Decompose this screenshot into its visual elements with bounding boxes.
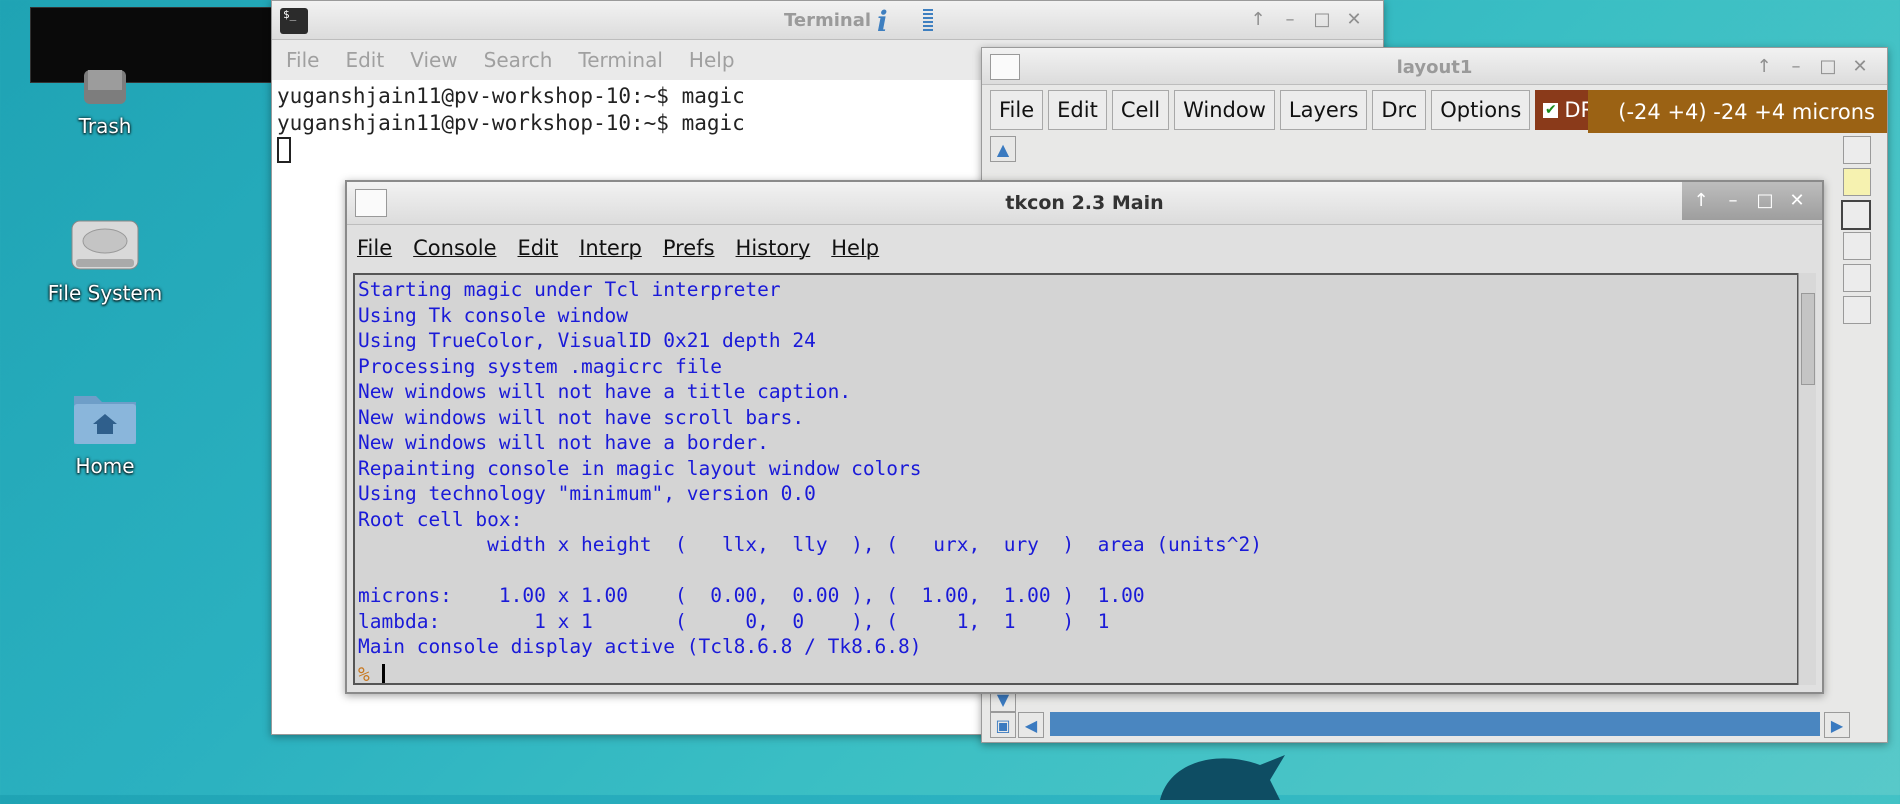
layer-button[interactable] (1843, 232, 1871, 260)
desktop-icon-trash[interactable]: Trash (35, 70, 175, 138)
minimize-icon[interactable]: – (1281, 9, 1299, 30)
layout1-titlebar[interactable]: layout1 ↑ – □ ✕ (982, 48, 1887, 85)
close-icon[interactable]: ✕ (1851, 56, 1869, 77)
tkcon-window[interactable]: tkcon 2.3 Main ↑ – □ ✕ File Console Edit… (345, 180, 1824, 694)
coordinate-text: (-24 +4) -24 +4 microns (1618, 99, 1875, 124)
menu-edit[interactable]: Edit (345, 48, 384, 72)
desktop-icon-label: Trash (78, 114, 132, 138)
menu-view[interactable]: View (410, 48, 457, 72)
menu-interp[interactable]: Interp (579, 236, 642, 260)
console-vertical-scrollbar[interactable] (1798, 273, 1816, 685)
layer-button[interactable] (1843, 264, 1871, 292)
shade-icon[interactable]: ↑ (1692, 190, 1710, 211)
minimize-icon[interactable]: – (1724, 190, 1742, 211)
close-icon[interactable]: ✕ (1345, 9, 1363, 30)
layout1-title: layout1 (1396, 57, 1473, 78)
layer-button[interactable] (1843, 296, 1871, 324)
scrollbar-thumb[interactable] (1801, 293, 1815, 385)
scroll-right-arrow-icon[interactable]: ▶ (1824, 712, 1850, 738)
menu-file[interactable]: File (357, 236, 392, 260)
drive-icon (70, 215, 140, 273)
desktop-icon-label: File System (47, 281, 163, 305)
menu-search[interactable]: Search (484, 48, 553, 72)
desktop-icon-file-system[interactable]: File System (35, 215, 175, 305)
menu-window[interactable]: Window (1174, 90, 1275, 130)
console-cursor (381, 664, 385, 683)
menu-drc[interactable]: Drc (1372, 90, 1427, 130)
battery-icon (923, 9, 933, 33)
desktop-icon-home[interactable]: Home (35, 388, 175, 478)
layer-button[interactable] (1843, 136, 1871, 164)
menu-edit[interactable]: Edit (518, 236, 559, 260)
horizontal-scrollbar[interactable] (1050, 712, 1820, 736)
menu-help[interactable]: Help (689, 48, 735, 72)
close-icon[interactable]: ✕ (1788, 190, 1806, 211)
trash-icon (78, 70, 132, 106)
layer-button[interactable] (1843, 168, 1871, 196)
layer-button[interactable] (1841, 200, 1871, 230)
info-icon[interactable]: i (877, 5, 888, 38)
menu-console[interactable]: Console (413, 236, 496, 260)
menu-layers[interactable]: Layers (1279, 90, 1368, 130)
home-folder-icon (72, 388, 138, 446)
menu-history[interactable]: History (736, 236, 811, 260)
console-output-area[interactable]: Starting magic under Tcl interpreter Usi… (353, 273, 1799, 685)
minimize-icon[interactable]: – (1787, 56, 1805, 77)
maximize-icon[interactable]: □ (1819, 56, 1837, 77)
menu-options[interactable]: Options (1431, 90, 1531, 130)
console-prompt: % (358, 662, 370, 685)
console-text: Starting magic under Tcl interpreter Usi… (358, 278, 1262, 658)
terminal-cursor (277, 137, 291, 163)
xfce-mouse-logo (1150, 740, 1290, 800)
terminal-titlebar[interactable]: $_ Terminal i ↑ – □ ✕ (272, 1, 1383, 40)
tkcon-titlebar[interactable]: tkcon 2.3 Main ↑ – □ ✕ (347, 182, 1822, 225)
tkcon-title: tkcon 2.3 Main (1005, 192, 1164, 214)
scroll-left-arrow-icon[interactable]: ◀ (1018, 712, 1044, 738)
scroll-up-arrow-icon[interactable]: ▲ (990, 136, 1016, 162)
terminal-title: Terminal (783, 10, 872, 31)
menu-file[interactable]: File (990, 90, 1044, 130)
maximize-icon[interactable]: □ (1313, 9, 1331, 30)
coordinate-readout: (-24 +4) -24 +4 microns (1588, 90, 1887, 133)
menu-cell[interactable]: Cell (1111, 90, 1170, 130)
menu-file[interactable]: File (286, 48, 319, 72)
menu-edit[interactable]: Edit (1048, 90, 1107, 130)
shade-icon[interactable]: ↑ (1755, 56, 1773, 77)
checkbox-icon: ✔ (1543, 101, 1559, 118)
tkcon-menubar: File Console Edit Interp Prefs History H… (357, 228, 1822, 268)
zoom-box-icon[interactable]: ▣ (990, 712, 1016, 738)
menu-help[interactable]: Help (831, 236, 879, 260)
maximize-icon[interactable]: □ (1756, 190, 1774, 211)
desktop-icon-label: Home (75, 454, 135, 478)
layout1-toolbar: File Edit Cell Window Layers Drc Options… (990, 90, 1617, 132)
menu-terminal[interactable]: Terminal (578, 48, 663, 72)
menu-prefs[interactable]: Prefs (663, 236, 715, 260)
shade-icon[interactable]: ↑ (1249, 9, 1267, 30)
